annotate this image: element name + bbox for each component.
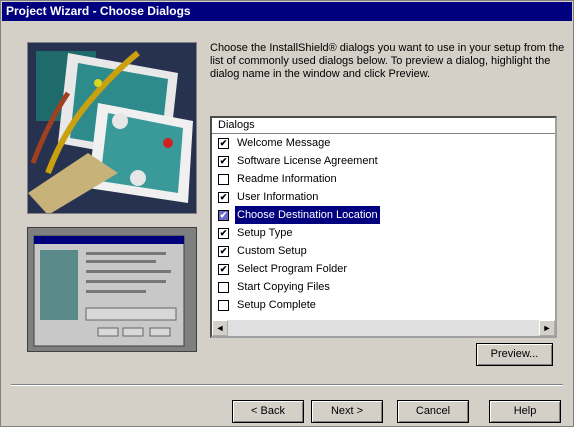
preview-button[interactable]: Preview... — [476, 343, 553, 366]
wizard-window: Project Wizard - Choose Dialogs Choose t… — [0, 0, 574, 427]
list-item-label: Custom Setup — [237, 245, 307, 257]
checkbox[interactable]: ✔ — [218, 245, 229, 257]
list-item[interactable]: ✔ Setup Type — [212, 224, 555, 242]
dialog-list: ✔ Welcome Message ✔ Software License Agreem… — [212, 134, 555, 314]
wizard-illustration — [27, 42, 197, 214]
list-item[interactable]: ✔ User Information — [212, 188, 555, 206]
list-header: Dialogs — [212, 118, 555, 134]
checkbox[interactable]: ✔ — [218, 263, 229, 275]
list-item[interactable]: Setup Complete — [212, 296, 555, 314]
list-item[interactable]: ✔ Select Program Folder — [212, 260, 555, 278]
list-item-label: Select Program Folder — [237, 263, 348, 275]
list-item[interactable]: ✔ Software License Agreement — [212, 152, 555, 170]
checkbox[interactable]: ✔ — [218, 227, 229, 239]
next-button[interactable]: Next > — [311, 400, 383, 423]
window-title: Project Wizard - Choose Dialogs — [2, 2, 572, 21]
list-item-label: Setup Type — [237, 227, 293, 239]
help-button[interactable]: Help — [489, 400, 561, 423]
list-item[interactable]: ✔ Welcome Message — [212, 134, 555, 152]
checkbox[interactable]: ✔ — [218, 191, 229, 203]
checkbox[interactable]: ✔ — [218, 209, 229, 221]
list-item-label: Readme Information — [237, 173, 337, 185]
list-item-label: Welcome Message — [237, 137, 331, 149]
list-item[interactable]: Start Copying Files — [212, 278, 555, 296]
list-item-label: User Information — [237, 191, 319, 203]
list-item-label: Choose Destination Location — [235, 206, 380, 224]
illustration-graphic — [28, 43, 196, 213]
horizontal-scrollbar[interactable]: ◄ ► — [212, 320, 555, 336]
list-item[interactable]: Readme Information — [212, 170, 555, 188]
cancel-button[interactable]: Cancel — [397, 400, 469, 423]
checkbox[interactable] — [218, 173, 229, 185]
list-item-label: Start Copying Files — [237, 281, 330, 293]
scroll-right-icon[interactable]: ► — [539, 320, 555, 336]
list-item[interactable]: ✔ Choose Destination Location — [212, 206, 555, 224]
dialog-preview-thumbnail — [27, 227, 197, 352]
divider — [11, 384, 563, 386]
dialogs-listbox[interactable]: Dialogs ✔ Welcome Message ✔ Software Licens… — [210, 116, 557, 338]
scroll-left-icon[interactable]: ◄ — [212, 320, 228, 336]
list-item[interactable]: ✔ Custom Setup — [212, 242, 555, 260]
checkbox[interactable]: ✔ — [218, 155, 229, 167]
checkbox[interactable] — [218, 299, 229, 311]
list-item-label: Software License Agreement — [237, 155, 378, 167]
preview-graphic — [28, 228, 196, 351]
back-button[interactable]: < Back — [232, 400, 304, 423]
checkbox[interactable] — [218, 281, 229, 293]
list-item-label: Setup Complete — [237, 299, 316, 311]
intro-text: Choose the InstallShield® dialogs you wa… — [210, 42, 565, 80]
checkbox[interactable]: ✔ — [218, 137, 229, 149]
